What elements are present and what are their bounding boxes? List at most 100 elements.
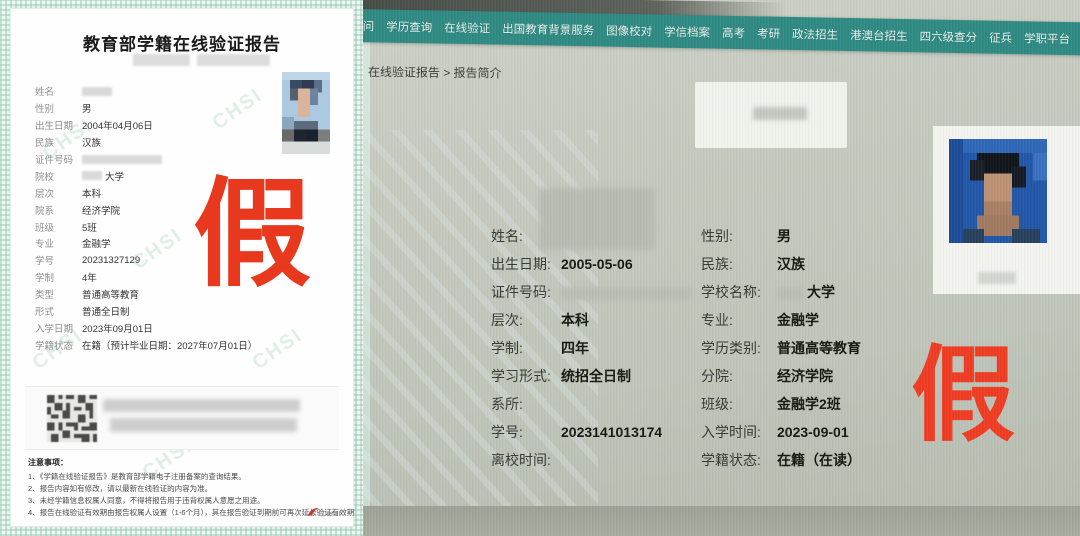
field-row: 院系经济学院: [35, 201, 257, 218]
screen-photo: 问 学历查询 在线验证 出国教育背景服务 图像校对 学信档案 高考 考研 政法招…: [363, 0, 1080, 536]
field-value: 汉族: [777, 254, 947, 274]
field-value: [561, 284, 701, 300]
field-label: 层次: [35, 186, 82, 200]
field-row: 班级5班: [35, 218, 257, 235]
chsi-logo-text: CHSI: [322, 511, 341, 518]
field-row: 层次本科: [35, 184, 257, 201]
report-fields: 姓名 性别男 出生日期2004年04月06日 民族汉族 证件号码 院校大学 层次…: [35, 83, 257, 353]
field-row: 性别男: [35, 100, 257, 117]
field-label: 专业:: [701, 310, 777, 330]
field-value: 20231327129: [82, 255, 140, 266]
field-label: 层次:: [491, 310, 561, 330]
field-value: 金融学2班: [777, 394, 947, 414]
chsi-logo: CHSI: [307, 506, 341, 518]
qr-section: [25, 386, 339, 450]
field-label: 证件号码: [35, 152, 82, 166]
field-value: 普通高等教育: [777, 338, 947, 358]
redacted-value: [82, 87, 112, 96]
field-label: 性别:: [701, 226, 777, 246]
field-value: 普通全日制: [82, 304, 130, 318]
student-photo: [282, 72, 330, 154]
field-value: 5班: [82, 220, 97, 234]
field-value: 金融学: [777, 310, 947, 330]
field-label: 学号: [35, 253, 82, 267]
field-label: 学校名称:: [701, 282, 777, 302]
field-label: 形式: [35, 304, 82, 318]
notes-title: 注意事项：: [28, 457, 354, 468]
field-label: 离校时间:: [491, 450, 561, 470]
screen-edge-highlight: [363, 0, 370, 536]
nav-item[interactable]: 高考: [722, 24, 745, 40]
field-label: 班级: [35, 220, 82, 234]
report-subtitle-redacted: [133, 54, 190, 66]
field-label: 学籍状态: [35, 338, 82, 352]
chsi-watermark: CHSI: [248, 324, 307, 375]
nav-item[interactable]: 学历查询: [386, 18, 432, 35]
field-label: 入学时间:: [701, 422, 777, 442]
report-subtitle-redacted: [197, 54, 270, 66]
field-label: 学制:: [491, 338, 561, 358]
field-value: 2023-09-01: [777, 424, 947, 440]
field-value: 汉族: [82, 135, 101, 149]
field-row: 出生日期2004年04月06日: [35, 117, 257, 134]
field-value: 在籍（在读）: [777, 450, 947, 470]
field-label: 学籍状态:: [701, 450, 777, 470]
note-item: 4、报告在线验证有效期由报告权属人设置（1-6个月），其在报告验证到期前可再次延…: [28, 507, 354, 519]
field-row: 类型普通高等教育: [35, 286, 257, 303]
field-row: 学籍状态在籍（预计毕业日期：2027年07月01日）: [35, 336, 257, 353]
field-value: 4年: [82, 270, 97, 284]
field-value: 普通高等教育: [82, 287, 139, 301]
field-label: 分院:: [701, 366, 777, 386]
nav-item[interactable]: 征兵: [989, 29, 1012, 45]
field-row: 证件号码: [35, 151, 257, 168]
field-row: 专业金融学: [35, 235, 257, 252]
nav-item[interactable]: 学职平台: [1024, 30, 1070, 47]
field-value: 男: [82, 101, 92, 115]
field-value: 大学: [777, 282, 947, 302]
field-label: 姓名: [35, 84, 82, 98]
field-row: 姓名: [35, 83, 257, 100]
field-value: 在籍（预计毕业日期：2027年07月01日）: [82, 338, 257, 352]
field-value: 2004年04月06日: [82, 118, 153, 132]
bird-icon: [307, 506, 320, 518]
field-value: 本科: [82, 186, 101, 200]
qr-caption-redacted: [103, 399, 300, 412]
photo-card: [933, 126, 1080, 294]
field-value: 经济学院: [777, 366, 947, 386]
nav-item[interactable]: 四六级查分: [919, 28, 977, 45]
field-label: 学制: [35, 270, 82, 284]
nav-item[interactable]: 考研: [757, 25, 780, 41]
nav-item[interactable]: 在线验证: [444, 19, 490, 36]
report-title: 教育部学籍在线验证报告: [10, 30, 354, 55]
field-label: 学号:: [491, 422, 561, 442]
photo-caption-redacted: [978, 272, 1016, 284]
nav-item[interactable]: 问: [363, 18, 374, 34]
field-label: 民族: [35, 135, 82, 149]
field-label: 姓名:: [491, 226, 561, 246]
field-row: 入学日期2023年09月01日: [35, 319, 257, 336]
field-label: 学习形式:: [491, 366, 561, 386]
field-row: 院校大学: [35, 167, 257, 184]
field-value: 金融学: [82, 236, 111, 250]
nav-item[interactable]: 学信档案: [664, 23, 710, 40]
nav-item[interactable]: 图像校对: [606, 22, 652, 39]
redacted-value: [82, 155, 162, 164]
redacted-value: [753, 107, 807, 120]
field-row: 形式普通全日制: [35, 303, 257, 320]
redacted-value: [561, 287, 691, 300]
nav-item[interactable]: 港澳台招生: [850, 27, 908, 44]
nav-item[interactable]: 政法招生: [792, 25, 838, 42]
verification-fields: 姓名: 性别: 男 出生日期: 2005-05-06 民族: 汉族 证件号码: …: [491, 222, 947, 474]
field-label: 学历类别:: [701, 338, 777, 358]
qr-code: [47, 395, 97, 442]
field-label: 班级:: [701, 394, 777, 414]
bottom-band: [363, 506, 1080, 536]
breadcrumb[interactable]: 在线验证报告 > 报告简介: [368, 63, 502, 81]
field-label: 专业: [35, 236, 82, 250]
nav-item[interactable]: 出国教育背景服务: [502, 20, 594, 38]
field-label: 证件号码:: [491, 282, 561, 302]
field-label: 院系: [35, 203, 82, 217]
field-value: 本科: [561, 310, 701, 330]
redacted-value: [82, 171, 102, 180]
notes-section: 注意事项： 1、《学籍在线验证报告》是教育部学籍电子注册备案的查询结果。 2、报…: [28, 457, 354, 519]
